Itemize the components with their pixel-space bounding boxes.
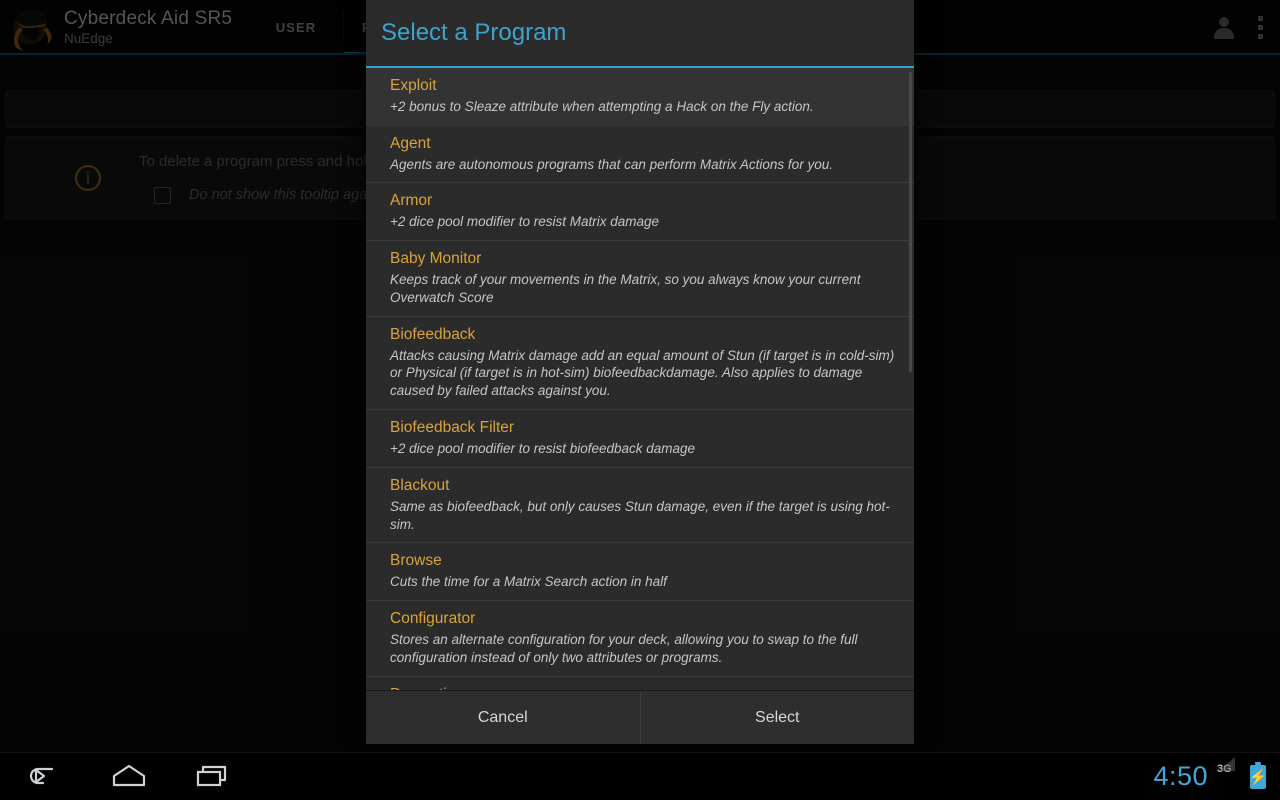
list-scrollbar[interactable] bbox=[909, 72, 912, 372]
back-icon[interactable] bbox=[22, 760, 68, 794]
battery-charging-icon: ⚡ bbox=[1248, 762, 1268, 789]
dialog-button-bar: Cancel Select bbox=[366, 690, 914, 744]
program-description: Keeps track of your movements in the Mat… bbox=[390, 272, 861, 305]
recents-icon[interactable] bbox=[190, 760, 236, 794]
program-list-item[interactable]: Exploit +2 bonus to Sleaze attribute when… bbox=[366, 68, 914, 126]
program-list-item[interactable]: Armor +2 dice pool modifier to resist Mat… bbox=[366, 183, 914, 242]
charging-bolt-icon: ⚡ bbox=[1248, 768, 1268, 786]
program-list-item[interactable]: Decryption+1 bonus to your Attack attrib… bbox=[366, 676, 914, 690]
program-description: Stores an alternate configuration for yo… bbox=[390, 632, 858, 665]
program-description: Attacks causing Matrix damage add an equ… bbox=[390, 347, 895, 399]
program-list[interactable]: Exploit +2 bonus to Sleaze attribute when… bbox=[366, 68, 914, 690]
program-list-item[interactable]: Agent Agents are autonomous programs that… bbox=[366, 125, 914, 184]
signal-triangle bbox=[1218, 757, 1235, 786]
dialog-title-bar: Select a Program bbox=[366, 0, 914, 68]
program-name: Exploit bbox=[390, 77, 437, 94]
program-list-item[interactable]: Biofeedback Attacks causing Matrix damage… bbox=[366, 316, 914, 411]
program-list-item[interactable]: Browse Cuts the time for a Matrix Search … bbox=[366, 543, 914, 602]
program-name: Configurator bbox=[390, 610, 476, 628]
select-button[interactable]: Select bbox=[639, 691, 914, 744]
program-description: +2 dice pool modifier to resist biofeedb… bbox=[390, 441, 696, 457]
program-description: +2 dice pool modifier to resist Matrix d… bbox=[390, 214, 659, 230]
status-indicators: 4:50 3G ⚡ bbox=[1153, 753, 1268, 800]
program-description: Agents are autonomous programs that can … bbox=[390, 156, 833, 172]
program-list-item[interactable]: Blackout Same as biofeedback, but only ca… bbox=[366, 467, 914, 544]
system-navigation-bar: 4:50 3G ⚡ bbox=[0, 752, 1280, 800]
program-name: Biofeedback bbox=[390, 325, 476, 343]
program-list-item[interactable]: Baby Monitor Keeps track of your movement… bbox=[366, 241, 914, 317]
program-name: Decryption bbox=[390, 685, 898, 690]
program-name: Browse bbox=[390, 552, 442, 570]
cancel-button[interactable]: Cancel bbox=[366, 691, 640, 744]
program-name: Blackout bbox=[390, 476, 450, 494]
dialog-title: Select a Program bbox=[381, 19, 567, 46]
status-clock: 4:50 bbox=[1153, 760, 1208, 791]
program-name: Baby Monitor bbox=[390, 250, 482, 268]
home-icon[interactable] bbox=[106, 760, 152, 794]
program-description: Same as biofeedback, but only causes Stu… bbox=[390, 498, 890, 532]
program-description: Cuts the time for a Matrix Search action… bbox=[390, 574, 667, 590]
select-program-dialog: Select a Program Exploit +2 bonus to Slea… bbox=[366, 0, 914, 744]
signal-icon: 3G bbox=[1217, 757, 1241, 789]
program-list-item[interactable]: Configurator Stores an alternate configur… bbox=[366, 601, 914, 677]
program-list-item[interactable]: Biofeedback Filter +2 dice pool modifier … bbox=[366, 410, 914, 468]
program-description: +2 bonus to Sleaze attribute when attemp… bbox=[390, 98, 814, 114]
program-name: Biofeedback Filter bbox=[390, 419, 515, 437]
app-root: i To delete a program press and hold the… bbox=[0, 0, 1280, 800]
program-name: Armor bbox=[390, 192, 433, 210]
program-name: Agent bbox=[390, 134, 431, 152]
